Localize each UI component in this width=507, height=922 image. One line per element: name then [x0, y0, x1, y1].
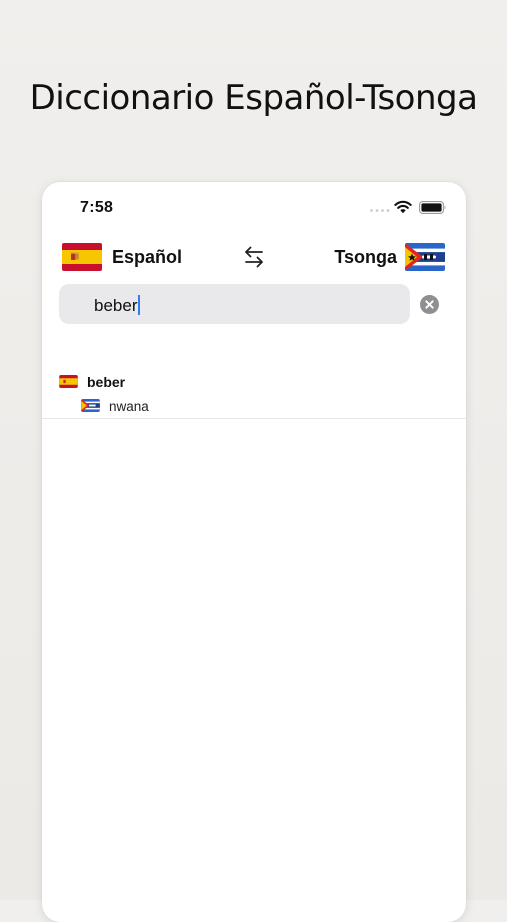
page-headline: Diccionario Español-Tsonga [29, 78, 478, 118]
clear-search-button[interactable] [420, 295, 439, 314]
clear-circle-x-icon [425, 300, 434, 309]
wifi-icon [394, 200, 412, 214]
spain-flag-icon [59, 375, 78, 388]
source-language-label[interactable]: Español [112, 247, 182, 268]
tsonga-flag-icon [81, 399, 100, 412]
phone-screen: 7:58 Español Tsonga beber beber nwana [42, 182, 466, 922]
swap-arrows-icon[interactable] [242, 244, 266, 270]
tsonga-flag-icon[interactable] [405, 243, 445, 271]
status-bar: 7:58 [42, 182, 466, 226]
signal-dots-icon [370, 209, 390, 212]
search-input[interactable]: beber [59, 284, 410, 324]
spain-flag-icon[interactable] [62, 243, 102, 271]
battery-icon [419, 201, 446, 214]
target-language-label[interactable]: Tsonga [334, 247, 397, 268]
result-translation: nwana [109, 399, 149, 414]
language-bar: Español Tsonga [42, 238, 466, 276]
search-input-value: beber [94, 295, 141, 316]
list-item[interactable]: beber nwana [42, 368, 466, 419]
status-time: 7:58 [80, 199, 114, 216]
result-word: beber [87, 374, 126, 390]
text-caret [138, 295, 141, 315]
